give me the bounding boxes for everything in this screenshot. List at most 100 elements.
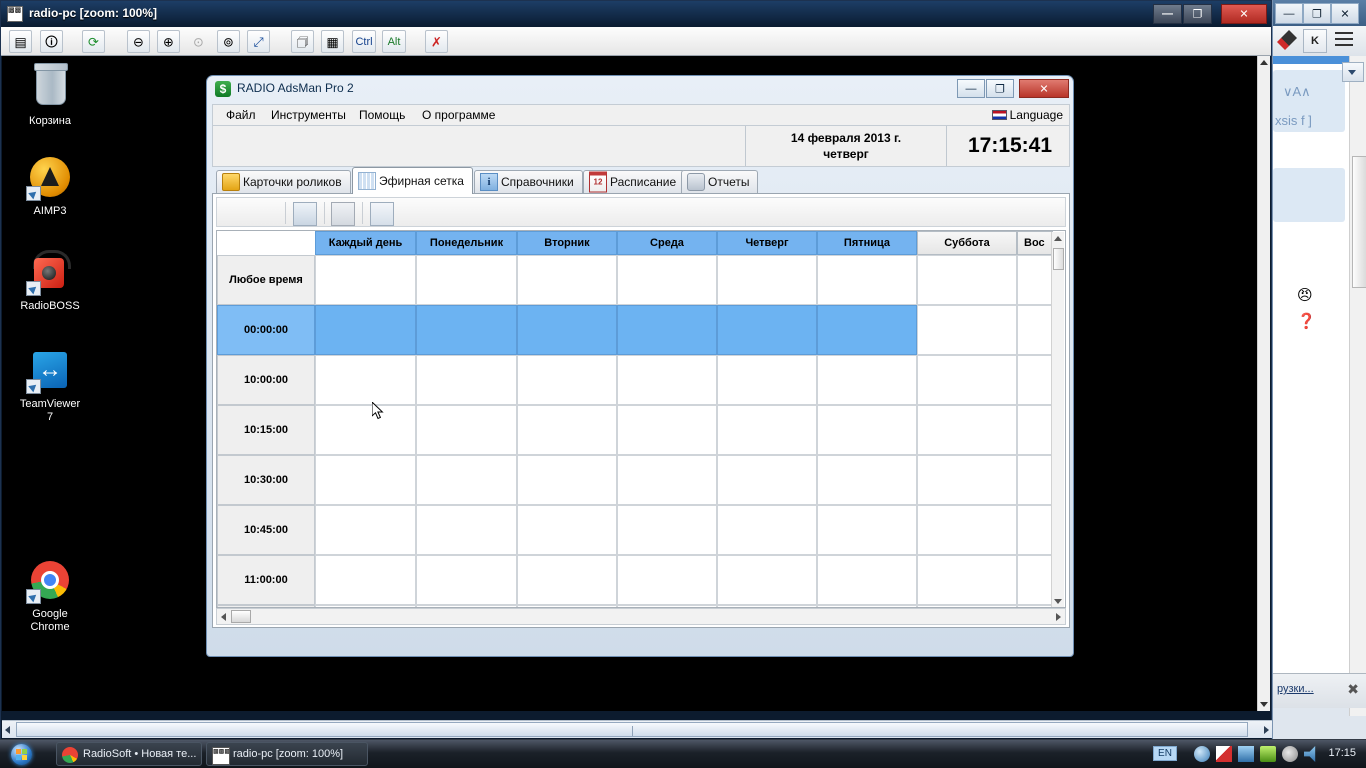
grid-cell[interactable] [416, 555, 517, 605]
grid-cell-selected[interactable] [315, 305, 416, 355]
security-icon[interactable] [1260, 746, 1276, 762]
sync-icon[interactable] [1282, 746, 1298, 762]
menu-item-help[interactable]: Помощь [359, 108, 405, 122]
grid-cell[interactable] [817, 455, 917, 505]
column-header-monday[interactable]: Понедельник [416, 231, 517, 255]
tab-raspisanie[interactable]: 12 Расписание [583, 170, 686, 193]
chrome-vertical-scrollbar[interactable] [1349, 56, 1366, 716]
grid-cell[interactable] [517, 555, 617, 605]
grid-cell[interactable] [817, 255, 917, 305]
grid-cell[interactable] [416, 355, 517, 405]
adsman-title-bar[interactable]: $ RADIO AdsMan Pro 2 — ❐ ✕ [207, 76, 1073, 103]
chrome-window[interactable]: — ❐ ✕ K ∨A∧ xsis f ] 😠 ❓ рузки... ✖ [1272, 0, 1366, 740]
grid-cell[interactable] [315, 555, 416, 605]
grid-cell[interactable] [717, 505, 817, 555]
adsman-close-button[interactable]: ✕ [1019, 79, 1069, 98]
grid-cell[interactable] [1017, 355, 1053, 405]
refresh-icon[interactable]: ⟳ [82, 30, 105, 53]
grid-cell[interactable] [817, 555, 917, 605]
zoom-fit-icon[interactable]: ⊚ [217, 30, 240, 53]
grid-cell[interactable] [717, 455, 817, 505]
column-header-tuesday[interactable]: Вторник [517, 231, 617, 255]
grid-cell[interactable] [617, 505, 717, 555]
tab-spravochniki[interactable]: i Справочники [474, 170, 583, 193]
scroll-left-arrow-icon[interactable] [221, 613, 226, 621]
language-button[interactable]: Language [991, 108, 1063, 122]
new-record-icon[interactable] [224, 202, 246, 224]
grid-cell[interactable] [416, 255, 517, 305]
grid-cell[interactable] [917, 355, 1017, 405]
start-button[interactable] [3, 741, 51, 767]
vnc-toolbar[interactable]: ▤ 🛈 ⟳ ⊖ ⊕ ⊙ ⊚ ⤢ 🗇 ▦ Ctrl Alt ✗ [1, 27, 1271, 56]
tab-rollik-cards[interactable]: Карточки роликов [216, 170, 351, 193]
adsman-tab-bar[interactable]: Карточки роликов Эфирная сетка i Справоч… [212, 167, 1070, 194]
chat-icon[interactable]: ▦ [321, 30, 344, 53]
row-label-11-00-00[interactable]: 11:00:00 [217, 555, 315, 605]
grid-cell[interactable] [917, 505, 1017, 555]
scroll-right-arrow-icon[interactable] [1056, 613, 1061, 621]
connection-options-icon[interactable]: ▤ [9, 30, 32, 53]
column-header-friday[interactable]: Пятница [817, 231, 917, 255]
grid-cell-selected[interactable] [416, 305, 517, 355]
grid-cell[interactable] [517, 455, 617, 505]
vnc-maximize-button[interactable]: ❐ [1183, 4, 1212, 24]
scroll-right-arrow-icon[interactable] [1264, 726, 1269, 734]
show-hidden-icons-icon[interactable] [1194, 746, 1210, 762]
tab-efirnaya-setka[interactable]: Эфирная сетка [352, 167, 473, 194]
grid-cell[interactable] [917, 555, 1017, 605]
scroll-left-arrow-icon[interactable] [5, 726, 10, 734]
grid-vertical-scrollbar[interactable] [1051, 232, 1064, 607]
vnc-close-button[interactable]: ✕ [1221, 4, 1267, 24]
chrome-maximize-button[interactable]: ❐ [1303, 3, 1331, 24]
taskbar-button-radiosoft[interactable]: RadioSoft • Новая те... [56, 742, 202, 766]
adsman-window[interactable]: $ RADIO AdsMan Pro 2 — ❐ ✕ Файл Инструме… [206, 75, 1074, 657]
zoom-out-icon[interactable]: ⊖ [127, 30, 150, 53]
keyboard-extension-button[interactable]: K [1303, 29, 1327, 53]
grid-cell[interactable] [717, 555, 817, 605]
grid-cell[interactable] [617, 255, 717, 305]
fullscreen-icon[interactable]: ⤢ [247, 30, 270, 53]
column-header-thursday[interactable]: Четверг [717, 231, 817, 255]
download-bar[interactable]: рузки... ✖ [1273, 673, 1366, 708]
taskbar-clock[interactable]: 17:15 [1328, 747, 1356, 759]
tab-otchety[interactable]: Отчеты [681, 170, 759, 193]
scroll-up-arrow-icon[interactable] [1054, 236, 1062, 241]
grid-cell[interactable] [315, 505, 416, 555]
ctrl-key[interactable]: Ctrl [352, 30, 376, 53]
grid-cell[interactable] [917, 255, 1017, 305]
copy-record-icon[interactable] [293, 202, 317, 226]
grid-cell[interactable] [517, 405, 617, 455]
adsman-maximize-button[interactable]: ❐ [986, 79, 1014, 98]
network-icon[interactable] [1238, 746, 1254, 762]
menu-item-about[interactable]: О программе [422, 108, 495, 122]
menu-item-file[interactable]: Файл [226, 108, 256, 122]
grid-cell[interactable] [617, 455, 717, 505]
grid-cell[interactable] [315, 405, 416, 455]
column-header-sunday[interactable]: Вос [1017, 231, 1053, 255]
desktop-icon-radioboss[interactable]: RadioBOSS [2, 248, 98, 313]
scrollbar-thumb[interactable] [1352, 156, 1366, 288]
vnc-viewer-window[interactable]: ▩▩ radio-pc [zoom: 100%] — ❐ ✕ ▤ 🛈 ⟳ ⊖ ⊕… [0, 0, 1272, 740]
chrome-close-button[interactable]: ✕ [1331, 3, 1359, 24]
grid-cell[interactable] [817, 505, 917, 555]
row-label-00-00-00[interactable]: 00:00:00 [217, 305, 315, 355]
column-header-every-day[interactable]: Каждый день [315, 231, 416, 255]
vnc-minimize-button[interactable]: — [1153, 4, 1182, 24]
row-label-10-00-00[interactable]: 10:00:00 [217, 355, 315, 405]
taskbar[interactable]: RadioSoft • Новая те... ▩▩▩ radio-pc [zo… [0, 739, 1366, 768]
grid-cell[interactable] [416, 455, 517, 505]
zoom-100-icon[interactable]: ⊙ [187, 30, 210, 53]
row-label-10-45-00[interactable]: 10:45:00 [217, 505, 315, 555]
remote-desktop-canvas[interactable]: Корзина AIMP3 RadioBOSS TeamViewer 7 [2, 56, 1260, 711]
scroll-up-arrow-icon[interactable] [1260, 60, 1268, 65]
grid-cell[interactable] [1017, 455, 1053, 505]
chrome-minimize-button[interactable]: — [1275, 3, 1303, 24]
grid-cell[interactable] [517, 355, 617, 405]
grid-cell[interactable] [717, 255, 817, 305]
zoom-in-icon[interactable]: ⊕ [157, 30, 180, 53]
column-header-saturday[interactable]: Суббота [917, 231, 1017, 255]
grid-cell[interactable] [315, 355, 416, 405]
scroll-down-arrow-icon[interactable] [1054, 599, 1062, 604]
download-close-icon[interactable]: ✖ [1347, 681, 1359, 698]
grid-toolbar[interactable] [216, 197, 1066, 227]
